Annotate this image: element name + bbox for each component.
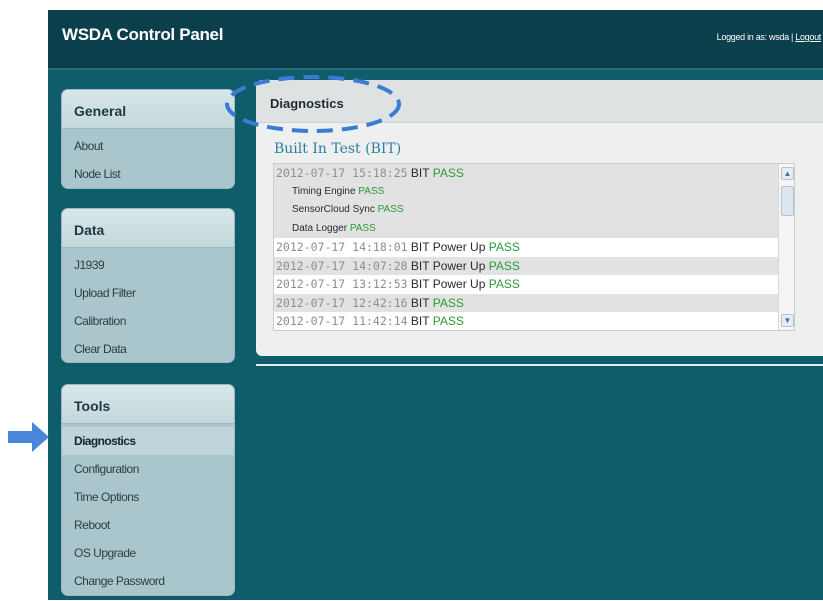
sidebar-item-os-upgrade[interactable]: OS Upgrade [62, 539, 234, 567]
log-row: 2012-07-17 11:42:14 BIT PASS [274, 312, 794, 330]
content-divider [256, 364, 823, 366]
log-text: BIT Power Up [410, 258, 486, 273]
log-timestamp: 2012-07-17 12:42:16 [276, 295, 408, 310]
tools-panel-title: Tools [62, 385, 234, 424]
general-panel-title: General [62, 90, 234, 129]
sidebar-item-about[interactable]: About [62, 132, 234, 160]
log-status: PASS [432, 314, 464, 328]
sidebar-item-j1939[interactable]: J1939 [62, 251, 234, 279]
log-status: PASS [488, 258, 520, 273]
log-text: BIT Power Up [410, 240, 486, 254]
tools-panel: Tools Diagnostics Configuration Time Opt… [62, 385, 234, 595]
log-text: BIT [410, 295, 430, 310]
sidebar-item-time-options[interactable]: Time Options [62, 483, 234, 511]
log-status: PASS [377, 204, 404, 215]
log-row: 2012-07-17 14:07:28 BIT Power Up PASS [274, 256, 794, 275]
log-scrollbar[interactable]: ▲ ▼ [778, 164, 794, 330]
log-row: SensorCloud Sync PASS [274, 201, 794, 220]
log-row: 2012-07-17 12:42:16 BIT PASS [274, 293, 794, 312]
scroll-down-icon[interactable]: ▼ [781, 314, 794, 327]
app-window: WSDA Control Panel Logged in as: wsda | … [48, 10, 823, 600]
dashed-ellipse-annotation-icon [225, 75, 401, 133]
log-status: PASS [349, 222, 376, 234]
log-text: SensorCloud Sync [292, 204, 375, 215]
sidebar-item-node-list[interactable]: Node List [62, 160, 234, 188]
log-row: Timing Engine PASS [274, 182, 794, 201]
sidebar-item-change-password[interactable]: Change Password [62, 567, 234, 595]
log-timestamp: 2012-07-17 13:12:53 [276, 277, 408, 291]
bit-log-list[interactable]: 2012-07-17 15:18:25 BIT PASS Timing Engi… [273, 163, 795, 331]
app-title: WSDA Control Panel [62, 25, 224, 44]
log-status: PASS [432, 166, 464, 180]
header-bar: WSDA Control Panel Logged in as: wsda | … [48, 10, 823, 70]
log-status: PASS [488, 240, 520, 254]
sidebar-item-clear-data[interactable]: Clear Data [62, 335, 234, 362]
data-panel-title: Data [62, 209, 234, 248]
log-timestamp: 2012-07-17 11:42:14 [276, 314, 408, 328]
arrow-right-icon [8, 422, 49, 452]
general-panel: General About Node List [62, 90, 234, 188]
login-status: Logged in as: wsda [716, 32, 789, 42]
log-text: BIT [410, 314, 430, 328]
log-row: 2012-07-17 13:12:53 BIT Power Up PASS [274, 275, 794, 294]
sidebar-item-diagnostics[interactable]: Diagnostics [62, 427, 234, 455]
log-timestamp: 2012-07-17 15:18:25 [276, 166, 408, 180]
log-row: Data Logger PASS [274, 219, 794, 238]
log-status: PASS [358, 185, 385, 197]
scroll-thumb[interactable] [781, 186, 794, 216]
log-timestamp: 2012-07-17 14:18:01 [276, 240, 408, 254]
log-status: PASS [432, 295, 464, 310]
sidebar-item-upload-filter[interactable]: Upload Filter [62, 279, 234, 307]
login-info: Logged in as: wsda | Logout [716, 32, 822, 42]
sidebar-item-configuration[interactable]: Configuration [62, 455, 234, 483]
scroll-up-icon[interactable]: ▲ [781, 167, 794, 180]
log-status: PASS [488, 277, 520, 291]
log-row: 2012-07-17 15:18:25 BIT PASS [274, 164, 794, 183]
log-text: Data Logger [292, 222, 348, 234]
data-panel: Data J1939 Upload Filter Calibration Cle… [62, 209, 234, 362]
section-title: Built In Test (BIT) [274, 141, 402, 157]
sidebar-item-reboot[interactable]: Reboot [62, 511, 234, 539]
log-timestamp: 2012-07-17 14:07:28 [276, 258, 408, 273]
logout-link[interactable]: Logout [795, 32, 821, 42]
log-row: 2012-07-17 14:18:01 BIT Power Up PASS [274, 238, 794, 257]
sidebar-item-calibration[interactable]: Calibration [62, 307, 234, 335]
log-text: Timing Engine [292, 185, 356, 197]
log-text: BIT [410, 166, 430, 180]
log-text: BIT Power Up [410, 277, 486, 291]
